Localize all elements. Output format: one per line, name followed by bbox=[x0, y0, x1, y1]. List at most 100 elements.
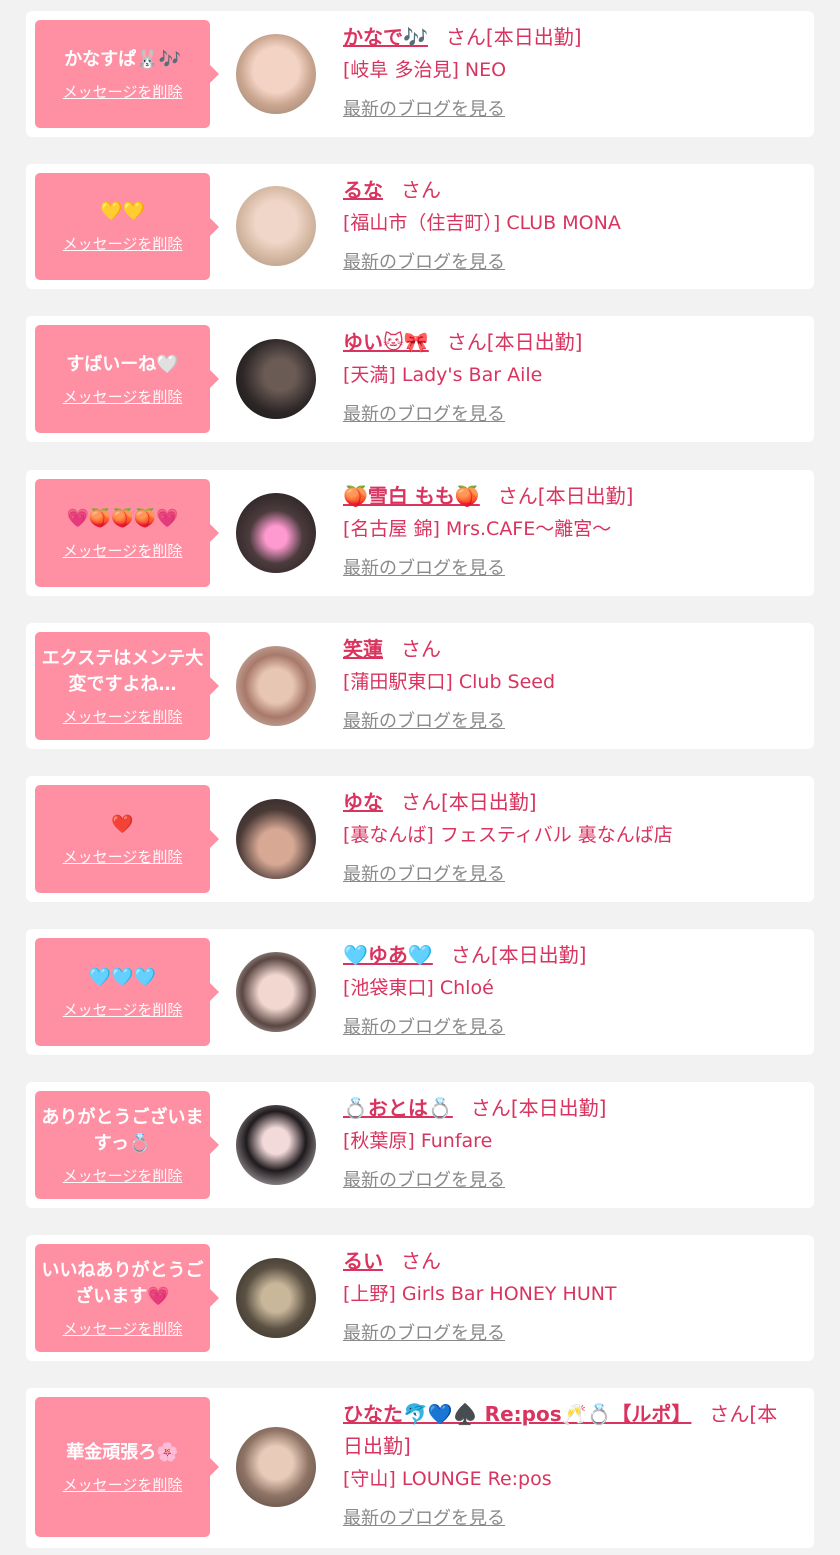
girl-name-link[interactable]: 💍おとは💍 bbox=[343, 1096, 453, 1120]
message-bubble: 華金頑張ろ🌸 メッセージを削除 bbox=[35, 1397, 219, 1537]
girl-name-link[interactable]: 笑蓮 bbox=[343, 637, 383, 661]
message-list: かなすぱ🐰🎶 メッセージを削除 かなで🎶 さん[本日出勤] [岐阜 多治見] NE… bbox=[0, 0, 840, 1555]
honorific: さん bbox=[450, 943, 491, 967]
entry-info: 🩵ゆあ🩵 さん[本日出勤] [池袋東口] Chloé 最新のブログを見る bbox=[343, 939, 794, 1039]
message-bubble: エクステはメンテ大変ですよね… メッセージを削除 bbox=[35, 632, 219, 740]
entry-info: るな さん [福山市（住吉町）] CLUB MONA 最新のブログを見る bbox=[343, 174, 794, 274]
avatar[interactable] bbox=[236, 1105, 316, 1185]
entry-title: 🩵ゆあ🩵 さん[本日出勤] bbox=[343, 939, 794, 971]
shop-label: [福山市（住吉町）] CLUB MONA bbox=[343, 212, 621, 234]
girl-name-link[interactable]: 🍑雪白 もも🍑 bbox=[343, 484, 480, 508]
message-text: 💛💛 bbox=[100, 201, 145, 222]
message-text: いいねありがとうございます💗 bbox=[41, 1259, 204, 1307]
honorific: さん bbox=[401, 790, 441, 814]
message-text: 華金頑張ろ🌸 bbox=[66, 1441, 179, 1463]
entry-title: 💍おとは💍 さん[本日出勤] bbox=[343, 1092, 794, 1124]
message-bubble: かなすぱ🐰🎶 メッセージを削除 bbox=[35, 20, 219, 128]
honorific: さん bbox=[497, 484, 538, 508]
avatar[interactable] bbox=[236, 952, 316, 1032]
avatar[interactable] bbox=[236, 1258, 316, 1338]
entry-info: 💍おとは💍 さん[本日出勤] [秋葉原] Funfare 最新のブログを見る bbox=[343, 1092, 794, 1192]
latest-blog-link[interactable]: 最新のブログを見る bbox=[343, 95, 505, 121]
delete-message-link[interactable]: メッセージを削除 bbox=[63, 540, 183, 561]
girl-name-link[interactable]: 🩵ゆあ🩵 bbox=[343, 943, 433, 967]
message-card: 💛💛 メッセージを削除 るな さん [福山市（住吉町）] CLUB MONA 最新… bbox=[26, 164, 814, 289]
latest-blog-link[interactable]: 最新のブログを見る bbox=[343, 1166, 505, 1192]
entry-title: 笑蓮 さん bbox=[343, 633, 794, 665]
entry-info: ゆな さん[本日出勤] [裏なんば] フェスティバル 裏なんば店 最新のブログを見… bbox=[343, 786, 794, 886]
avatar[interactable] bbox=[236, 186, 316, 266]
honorific: さん bbox=[470, 1096, 511, 1120]
message-bubble: 🩵🩵🩵 メッセージを削除 bbox=[35, 938, 219, 1046]
message-bubble: 💗🍑🍑🍑💗 メッセージを削除 bbox=[35, 479, 219, 587]
avatar[interactable] bbox=[236, 646, 316, 726]
girl-name-link[interactable]: るい bbox=[343, 1249, 383, 1273]
latest-blog-link[interactable]: 最新のブログを見る bbox=[343, 554, 505, 580]
avatar[interactable] bbox=[236, 493, 316, 573]
entry-title: るな さん bbox=[343, 174, 794, 206]
honorific: さん bbox=[401, 1249, 441, 1273]
delete-message-link[interactable]: メッセージを削除 bbox=[63, 1165, 183, 1186]
delete-message-link[interactable]: メッセージを削除 bbox=[63, 386, 183, 407]
girl-name-link[interactable]: かなで🎶 bbox=[343, 25, 428, 49]
entry-info: かなで🎶 さん[本日出勤] [岐阜 多治見] NEO 最新のブログを見る bbox=[343, 21, 794, 121]
entry-info: ひなた🐬💙♠️ Re:pos🥂💍【ルポ】 さん[本日出勤] [守山] LOUNGE… bbox=[343, 1398, 794, 1530]
status-badge: [本日出勤] bbox=[537, 484, 634, 508]
entry-info: るい さん [上野] Girls Bar HONEY HUNT 最新のブログを見る bbox=[343, 1245, 794, 1345]
latest-blog-link[interactable]: 最新のブログを見る bbox=[343, 860, 505, 886]
message-card: いいねありがとうございます💗 メッセージを削除 るい さん [上野] Girls … bbox=[26, 1235, 814, 1361]
girl-name-link[interactable]: ゆな bbox=[343, 790, 383, 814]
message-card: 💗🍑🍑🍑💗 メッセージを削除 🍑雪白 もも🍑 さん[本日出勤] [名古屋 錦] M… bbox=[26, 470, 814, 596]
message-card: すばいーね🤍 メッセージを削除 ゆい🐱🎀 さん[本日出勤] [天満] Lady's… bbox=[26, 316, 814, 442]
shop-label: [岐阜 多治見] NEO bbox=[343, 59, 507, 81]
message-card: ❤️ メッセージを削除 ゆな さん[本日出勤] [裏なんば] フェスティバル 裏な… bbox=[26, 776, 814, 902]
delete-message-link[interactable]: メッセージを削除 bbox=[63, 1318, 183, 1339]
latest-blog-link[interactable]: 最新のブログを見る bbox=[343, 1504, 505, 1530]
avatar[interactable] bbox=[236, 799, 316, 879]
message-text: かなすぱ🐰🎶 bbox=[64, 48, 181, 70]
latest-blog-link[interactable]: 最新のブログを見る bbox=[343, 707, 505, 733]
message-bubble: すばいーね🤍 メッセージを削除 bbox=[35, 325, 219, 433]
shop-label: [蒲田駅東口] Club Seed bbox=[343, 671, 556, 693]
shop-label: [上野] Girls Bar HONEY HUNT bbox=[343, 1283, 617, 1305]
message-bubble: 💛💛 メッセージを削除 bbox=[35, 173, 219, 280]
shop-label: [秋葉原] Funfare bbox=[343, 1130, 493, 1152]
delete-message-link[interactable]: メッセージを削除 bbox=[63, 1474, 183, 1495]
latest-blog-link[interactable]: 最新のブログを見る bbox=[343, 1013, 505, 1039]
status-badge: [本日出勤] bbox=[510, 1096, 607, 1120]
honorific: さん bbox=[445, 25, 486, 49]
message-card: 華金頑張ろ🌸 メッセージを削除 ひなた🐬💙♠️ Re:pos🥂💍【ルポ】 さん[本… bbox=[26, 1388, 814, 1548]
girl-name-link[interactable]: るな bbox=[343, 178, 383, 202]
delete-message-link[interactable]: メッセージを削除 bbox=[63, 846, 183, 867]
honorific: さん bbox=[709, 1402, 750, 1426]
message-text: エクステはメンテ大変ですよね… bbox=[41, 647, 204, 695]
entry-title: ゆい🐱🎀 さん[本日出勤] bbox=[343, 326, 794, 358]
message-card: エクステはメンテ大変ですよね… メッセージを削除 笑蓮 さん [蒲田駅東口] Cl… bbox=[26, 623, 814, 749]
honorific: さん bbox=[401, 178, 441, 202]
delete-message-link[interactable]: メッセージを削除 bbox=[63, 233, 183, 254]
girl-name-link[interactable]: ひなた🐬💙♠️ Re:pos🥂💍【ルポ】 bbox=[343, 1402, 691, 1426]
message-card: かなすぱ🐰🎶 メッセージを削除 かなで🎶 さん[本日出勤] [岐阜 多治見] NE… bbox=[26, 11, 814, 137]
message-text: 🩵🩵🩵 bbox=[88, 966, 157, 988]
latest-blog-link[interactable]: 最新のブログを見る bbox=[343, 248, 505, 274]
message-bubble: ありがとうございますっ💍 メッセージを削除 bbox=[35, 1091, 219, 1199]
shop-label: [池袋東口] Chloé bbox=[343, 977, 494, 999]
latest-blog-link[interactable]: 最新のブログを見る bbox=[343, 400, 505, 426]
avatar[interactable] bbox=[236, 34, 316, 114]
message-text: すばいーね🤍 bbox=[66, 353, 179, 375]
latest-blog-link[interactable]: 最新のブログを見る bbox=[343, 1319, 505, 1345]
shop-label: [名古屋 錦] Mrs.CAFE〜離宮〜 bbox=[343, 518, 612, 540]
delete-message-link[interactable]: メッセージを削除 bbox=[63, 706, 183, 727]
avatar[interactable] bbox=[236, 1427, 316, 1507]
avatar[interactable] bbox=[236, 339, 316, 419]
delete-message-link[interactable]: メッセージを削除 bbox=[63, 999, 183, 1020]
entry-title: ひなた🐬💙♠️ Re:pos🥂💍【ルポ】 さん[本日出勤] bbox=[343, 1398, 794, 1462]
message-text: ありがとうございますっ💍 bbox=[41, 1106, 204, 1154]
girl-name-link[interactable]: ゆい🐱🎀 bbox=[343, 330, 429, 354]
status-badge: [本日出勤] bbox=[486, 330, 583, 354]
message-text: ❤️ bbox=[111, 813, 134, 835]
honorific: さん bbox=[401, 637, 441, 661]
message-bubble: ❤️ メッセージを削除 bbox=[35, 785, 219, 893]
delete-message-link[interactable]: メッセージを削除 bbox=[63, 81, 183, 102]
entry-title: るい さん bbox=[343, 1245, 794, 1277]
